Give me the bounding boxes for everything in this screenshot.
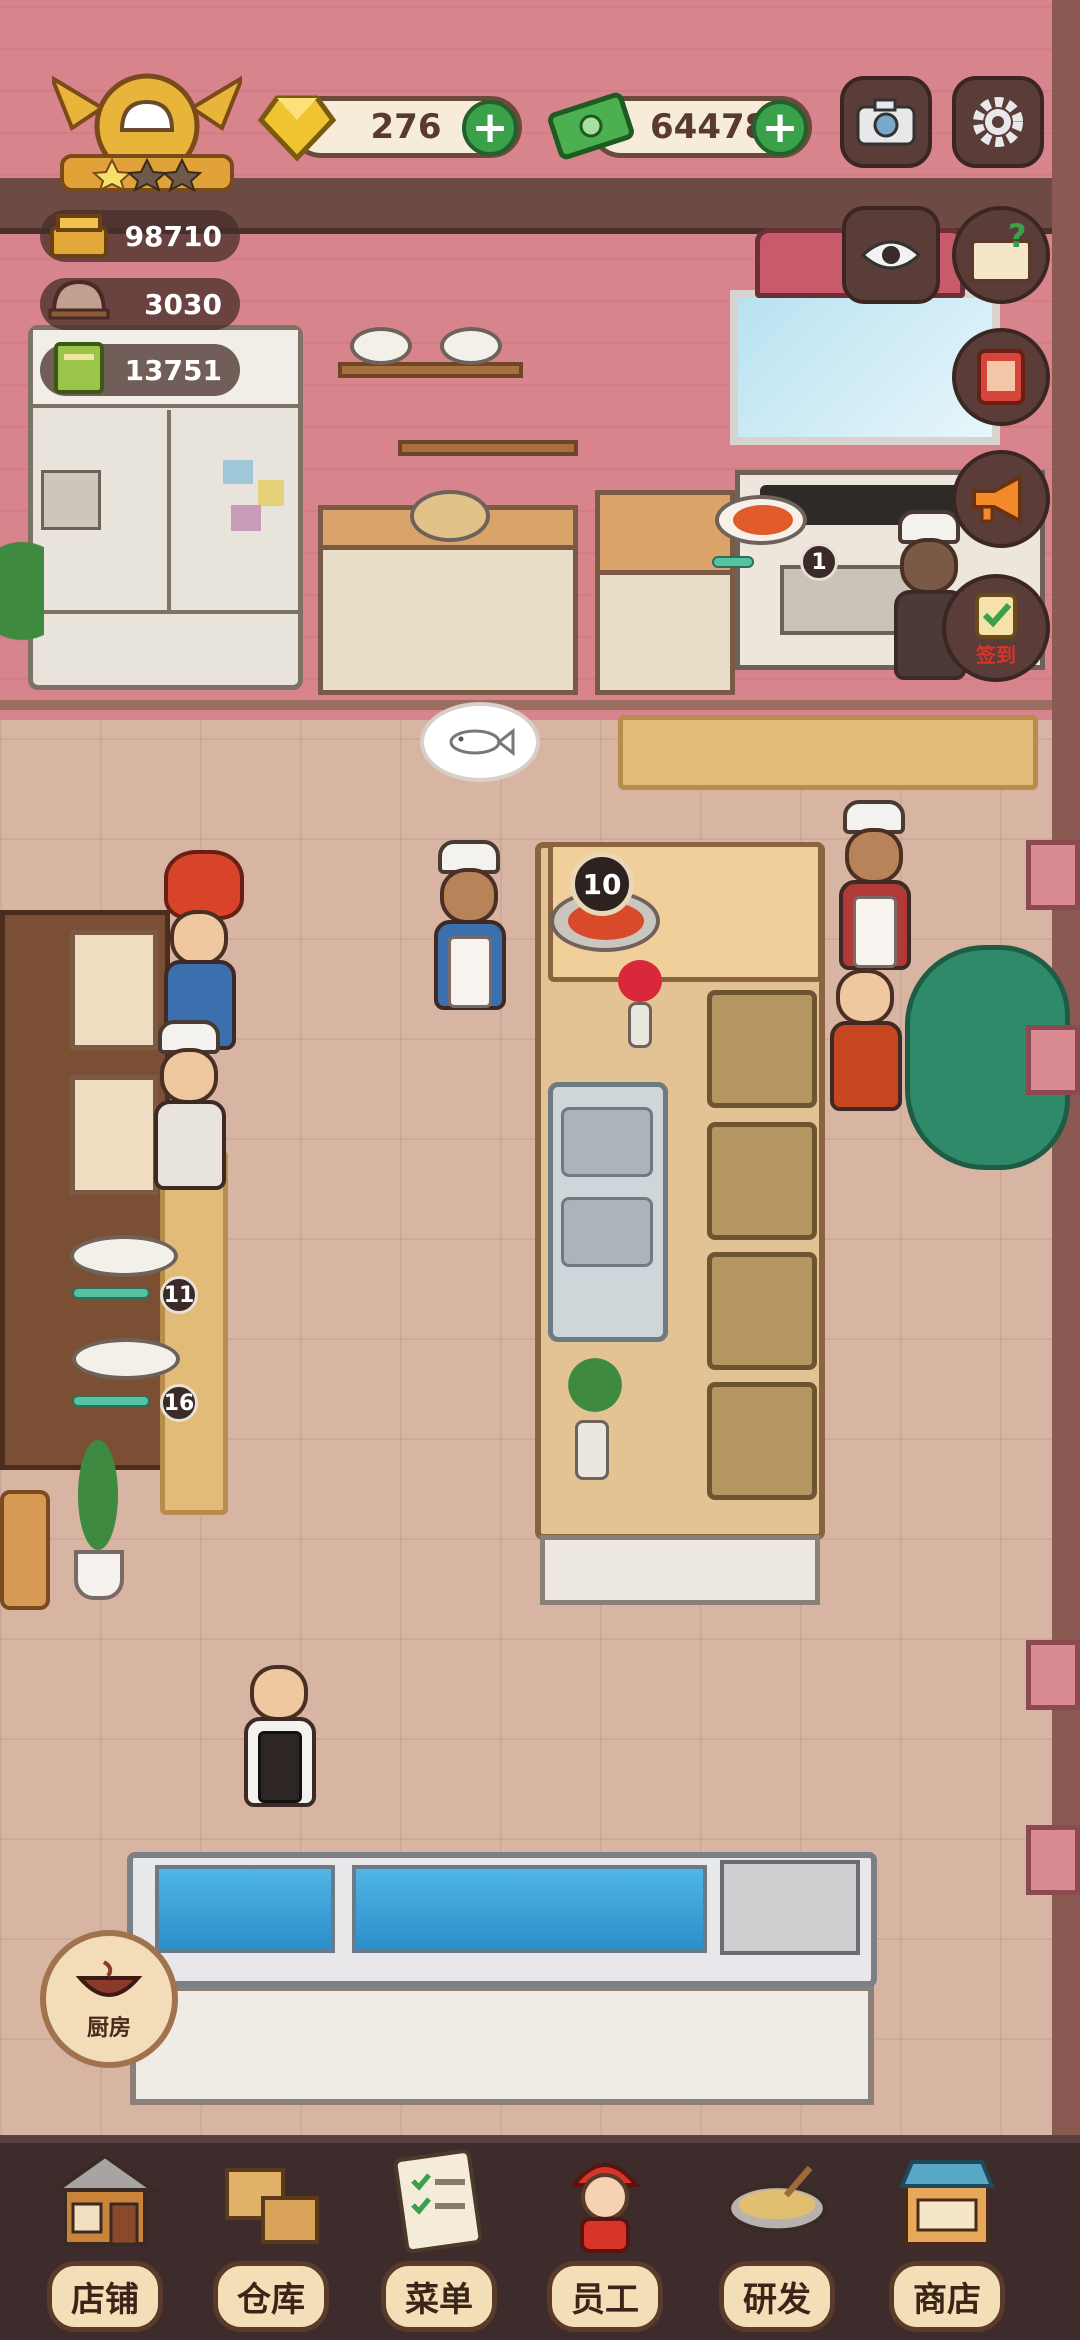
washing-basin-1: [155, 1865, 335, 1953]
stat-value-3: 13751: [124, 353, 222, 387]
gem-count: 276: [370, 107, 442, 147]
nav-research-button[interactable]: 研发: [712, 2145, 842, 2335]
storefront-icon: [899, 2160, 995, 2246]
view-button[interactable]: [842, 206, 940, 304]
menu-clipboard-icon: [393, 2149, 483, 2254]
nav-label: 店铺: [47, 2261, 163, 2332]
dish-station-base: [130, 1985, 874, 2105]
settings-button[interactable]: [952, 76, 1044, 168]
bread-basket: [0, 1490, 50, 1610]
prep-cook[interactable]: [150, 1020, 240, 1220]
camera-icon: [856, 98, 916, 146]
nav-shop-button[interactable]: 商店: [882, 2145, 1012, 2335]
kitchen-button[interactable]: 厨房: [40, 1930, 178, 2068]
boxes-icon: [225, 2168, 319, 2244]
cooked-dish[interactable]: [715, 495, 807, 545]
nav-label: 商店: [889, 2261, 1005, 2332]
order-thought-bubble: [420, 702, 540, 782]
cash-icon: [546, 82, 636, 164]
prep-counter: [318, 545, 578, 695]
wall-pillar: [1026, 1825, 1080, 1895]
kitchen-label: 厨房: [86, 2016, 131, 2041]
clipboard-check-icon: [975, 592, 1017, 639]
fish-icon: [449, 727, 515, 757]
add-gems-button[interactable]: +: [462, 100, 518, 156]
chef-rank-badge[interactable]: [47, 68, 247, 193]
gear-icon: [973, 97, 1023, 147]
island-dish-timer: 10: [570, 852, 634, 916]
pot-icon: [44, 198, 114, 268]
fruit-bowl: [410, 490, 490, 542]
fish-dish-count: 11: [160, 1276, 198, 1314]
floor-mat: [618, 715, 1038, 790]
serving-dome-icon: [44, 266, 114, 336]
megaphone-icon: [972, 473, 1022, 525]
herb-vase: [555, 1350, 635, 1490]
dish-rack: [720, 1860, 860, 1955]
svg-text:?: ?: [1008, 223, 1027, 255]
grilled-fish-dish[interactable]: [72, 1338, 180, 1380]
nav-label: 研发: [719, 2261, 835, 2332]
dishwasher[interactable]: [240, 1665, 330, 1865]
announcement-button[interactable]: [952, 450, 1050, 548]
plate-stack: [440, 327, 502, 365]
potted-plant: [0, 540, 44, 710]
cutting-board[interactable]: [70, 930, 158, 1050]
nav-menu-button[interactable]: 菜单: [374, 2145, 504, 2335]
gem-icon: [257, 84, 337, 164]
nav-store-button[interactable]: 店铺: [40, 2145, 170, 2335]
flower-vase: [610, 960, 670, 1055]
grilled-fish-count: 16: [160, 1384, 198, 1422]
wall-pillar: [1026, 1025, 1080, 1095]
checkin-label: 签到: [976, 642, 1016, 667]
cutting-station-3[interactable]: [707, 1252, 817, 1370]
island-base: [540, 1535, 820, 1605]
stove-dish-count: 1: [800, 543, 838, 581]
eye-icon: [860, 240, 922, 270]
cutting-station-2[interactable]: [707, 1122, 817, 1240]
recipe-book-icon: [44, 332, 114, 402]
waitress[interactable]: [826, 965, 906, 1155]
cutting-board[interactable]: [70, 1075, 158, 1195]
fish-dish[interactable]: [70, 1235, 178, 1277]
staff-character-icon: [569, 2163, 641, 2253]
stat-value-1: 98710: [124, 219, 222, 253]
fish-dish-progress: [72, 1287, 150, 1299]
nav-staff-button[interactable]: 员工: [540, 2145, 670, 2335]
guide-book-button[interactable]: ?: [952, 206, 1050, 304]
potted-plant: [68, 1440, 128, 1610]
wok-icon: [75, 1960, 143, 1997]
cutting-station-1[interactable]: [707, 990, 817, 1108]
spice-shelf: [398, 440, 578, 456]
right-wall: [1052, 0, 1080, 2340]
wok-research-icon: [727, 2165, 827, 2233]
red-book-icon: [977, 349, 1025, 405]
cooking-progress: [712, 556, 754, 568]
grilled-fish-progress: [72, 1395, 150, 1407]
sink[interactable]: [548, 1082, 668, 1342]
task-book-button[interactable]: [952, 328, 1050, 426]
game-scene: 1 11 16 10 276 + 644786 + 98710 3030 137…: [0, 0, 1080, 2340]
wall-pillar: [1026, 1640, 1080, 1710]
wall-pillar: [1026, 840, 1080, 910]
chef-server[interactable]: [835, 800, 915, 990]
help-book-icon: ?: [970, 223, 1032, 283]
shop-building-icon: [51, 2153, 159, 2246]
nav-label: 菜单: [381, 2261, 497, 2332]
stat-value-2: 3030: [144, 287, 222, 321]
nav-label: 员工: [547, 2261, 663, 2332]
camera-button[interactable]: [840, 76, 932, 168]
nav-warehouse-button[interactable]: 仓库: [206, 2145, 336, 2335]
washing-basin-2: [352, 1865, 707, 1953]
plate-stack: [350, 327, 412, 365]
nav-label: 仓库: [213, 2261, 329, 2332]
chef-waiter[interactable]: [430, 840, 510, 1030]
cutting-station-4[interactable]: [707, 1382, 817, 1500]
checkin-button[interactable]: 签到: [942, 574, 1050, 682]
side-counter: [595, 570, 735, 695]
wall-shelf: [338, 362, 523, 378]
add-cash-button[interactable]: +: [752, 100, 808, 156]
